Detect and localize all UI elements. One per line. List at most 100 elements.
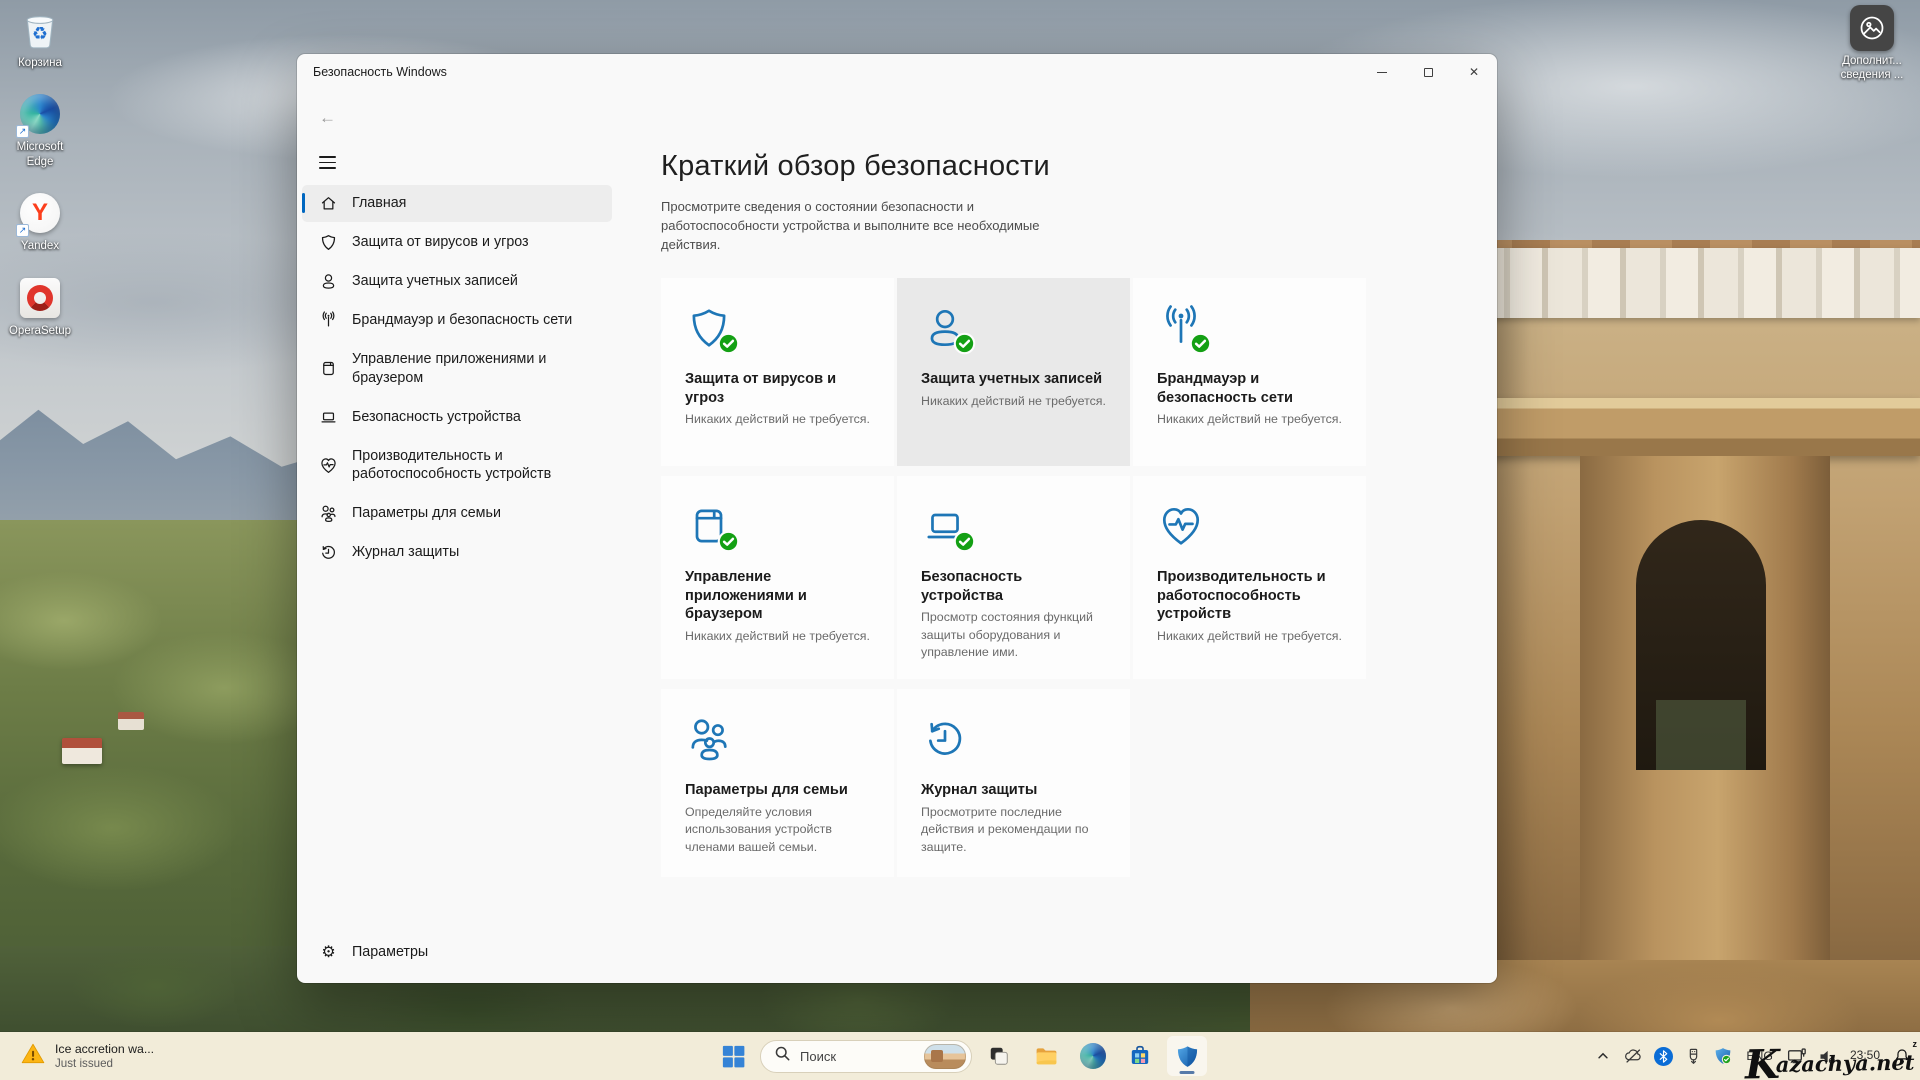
page-subtitle: Просмотрите сведения о состоянии безопас… <box>661 199 1040 252</box>
edge-button[interactable] <box>1073 1036 1113 1076</box>
sidebar-item-home[interactable]: Главная <box>302 184 612 222</box>
sidebar-item-settings[interactable]: ⚙ Параметры <box>302 934 612 971</box>
security-cards-grid: Защита от вирусов и угроз Никаких действи… <box>661 278 1366 878</box>
windows-security-button[interactable] <box>1167 1036 1207 1076</box>
language-indicator[interactable]: ENG <box>1739 1038 1780 1074</box>
start-button[interactable] <box>713 1036 753 1076</box>
card-title: Защита от вирусов и угроз <box>685 371 837 406</box>
card-health[interactable]: Производительность и работоспособность у… <box>1133 476 1366 680</box>
clock[interactable]: 23:50 <box>1844 1038 1886 1074</box>
main-content: Краткий обзор безопасности Просмотрите с… <box>617 90 1497 983</box>
wallpaper-arch-light <box>1656 700 1746 770</box>
onedrive-offline-icon[interactable] <box>1619 1038 1647 1074</box>
person-icon <box>319 272 338 291</box>
sidebar-item-shield[interactable]: Защита от вирусов и угроз <box>302 224 612 261</box>
person-icon <box>921 304 976 355</box>
sidebar-item-label: Параметры для семьи <box>352 505 501 522</box>
desktop: ♻ Корзина ↗ Microsoft Edge Y ↗ Yandex OperaSetu… <box>0 0 1920 1080</box>
notification-bell-icon[interactable]: z <box>1888 1038 1918 1074</box>
taskbar: Ice accretion wa... Just issued Поиск EN… <box>0 1032 1920 1080</box>
sidebar-item-label: Управление приложениями и браузером <box>352 350 547 386</box>
card-apps[interactable]: Управление приложениями и браузером Никак… <box>661 476 894 680</box>
card-person[interactable]: Защита учетных записей Никаких действий н… <box>897 278 1130 466</box>
maximize-button[interactable] <box>1405 54 1451 90</box>
wallpaper-house <box>62 738 102 764</box>
microsoft-edge-icon: ↗ <box>16 92 62 139</box>
file-explorer-button[interactable] <box>1026 1036 1066 1076</box>
window-title: Безопасность Windows <box>313 65 447 79</box>
svg-text:♻: ♻ <box>32 23 48 44</box>
desktop-icon-label: OperaSetup <box>8 324 71 337</box>
card-title: Безопасность устройства <box>921 569 1023 604</box>
history-icon <box>921 715 969 763</box>
desktop-icon-recycle-bin[interactable]: ♻ Корзина <box>2 8 78 70</box>
sidebar-item-family[interactable]: Параметры для семьи <box>302 495 612 532</box>
card-description: Никаких действий не требуется. <box>685 412 870 427</box>
widgets-button[interactable]: Ice accretion wa... Just issued <box>10 1032 164 1080</box>
sidebar-item-label: Безопасность устройства <box>352 408 521 425</box>
sidebar-item-label: Брандмауэр и безопасность сети <box>352 311 573 328</box>
store-button[interactable] <box>1120 1036 1160 1076</box>
hidden-icons-chevron[interactable] <box>1589 1038 1617 1074</box>
card-title: Производительность и работоспособность у… <box>1157 569 1326 623</box>
card-device[interactable]: Безопасность устройства Просмотр состояни… <box>897 476 1130 680</box>
bluetooth-icon[interactable] <box>1649 1038 1677 1074</box>
desktop-icon-label: Yandex <box>20 240 60 253</box>
selected-indicator <box>302 193 305 214</box>
opera-setup-icon <box>18 276 62 320</box>
time: 23:50 <box>1849 1048 1880 1063</box>
windows-security-window: Безопасность Windows ✕ ← Главная Защита о… <box>297 54 1497 983</box>
wallpaper-buildings <box>1470 248 1920 318</box>
history-icon <box>319 543 338 562</box>
health-icon <box>319 456 338 475</box>
sidebar-item-apps[interactable]: Управление приложениями и браузером <box>302 341 612 397</box>
minimize-button[interactable] <box>1359 54 1405 90</box>
search-highlight-image <box>924 1043 966 1069</box>
card-network[interactable]: Брандмауэр и безопасность сети Никаких де… <box>1133 278 1366 466</box>
desktop-icon-opera-setup[interactable]: OperaSetup <box>2 276 78 338</box>
device-icon <box>921 502 976 553</box>
network-icon <box>319 311 338 330</box>
sidebar-item-label: Главная <box>352 194 407 211</box>
family-icon <box>319 504 338 523</box>
desktop-icon-additional-info[interactable]: Дополнит... сведения ... <box>1834 5 1910 83</box>
desktop-icons-column: ♻ Корзина ↗ Microsoft Edge Y ↗ Yandex OperaSetu… <box>2 8 78 338</box>
volume-muted-icon[interactable] <box>1813 1038 1842 1074</box>
sidebar-item-person[interactable]: Защита учетных записей <box>302 263 612 300</box>
desktop-icon-label: Корзина <box>18 57 62 69</box>
edge-icon <box>1080 1043 1106 1069</box>
card-title: Журнал защиты <box>921 782 1038 799</box>
wallpaper-bridge-deck <box>1470 398 1920 456</box>
sidebar-nav: Главная Защита от вирусов и угроз Защита у… <box>297 184 617 571</box>
window-titlebar: Безопасность Windows ✕ <box>297 54 1497 90</box>
desktop-icon-yandex-browser[interactable]: Y ↗ Yandex <box>2 191 78 253</box>
widget-subtitle: Just issued <box>55 1057 113 1070</box>
task-view-button[interactable] <box>979 1036 1019 1076</box>
card-history[interactable]: Журнал защиты Просмотрите последние дейст… <box>897 689 1130 878</box>
card-title: Управление приложениями и браузером <box>685 569 807 623</box>
card-family[interactable]: Параметры для семьи Определяйте условия и… <box>661 689 894 878</box>
widget-title: Ice accretion wa... <box>55 1042 155 1056</box>
sidebar-item-health[interactable]: Производительность и работоспособность у… <box>302 438 612 494</box>
usb-device-icon[interactable] <box>1679 1038 1707 1074</box>
menu-toggle-button[interactable] <box>319 156 336 169</box>
desktop-icon-label: Microsoft Edge <box>16 141 64 168</box>
back-button[interactable]: ← <box>319 108 347 132</box>
sidebar: ← Главная Защита от вирусов и угроз Защита… <box>297 90 617 983</box>
desktop-icon-microsoft-edge[interactable]: ↗ Microsoft Edge <box>2 92 78 169</box>
dnd-z-glyph: z <box>1912 1039 1918 1049</box>
close-button[interactable]: ✕ <box>1451 54 1497 90</box>
card-shield[interactable]: Защита от вирусов и угроз Никаких действи… <box>661 278 894 466</box>
settings-label: Параметры <box>352 944 429 961</box>
security-tray-icon[interactable] <box>1709 1038 1737 1074</box>
sidebar-item-label: Журнал защиты <box>352 544 460 561</box>
yandex-browser-icon: Y ↗ <box>16 191 62 238</box>
search-input[interactable]: Поиск <box>760 1039 972 1073</box>
sidebar-item-network[interactable]: Брандмауэр и безопасность сети <box>302 302 612 339</box>
sidebar-item-device[interactable]: Безопасность устройства <box>302 399 612 436</box>
sidebar-item-history[interactable]: Журнал защиты <box>302 534 612 571</box>
display-network-icon[interactable] <box>1782 1038 1811 1074</box>
sidebar-item-label: Производительность и работоспособность у… <box>352 447 552 483</box>
card-title: Защита учетных записей <box>921 371 1103 387</box>
home-icon <box>319 194 338 213</box>
